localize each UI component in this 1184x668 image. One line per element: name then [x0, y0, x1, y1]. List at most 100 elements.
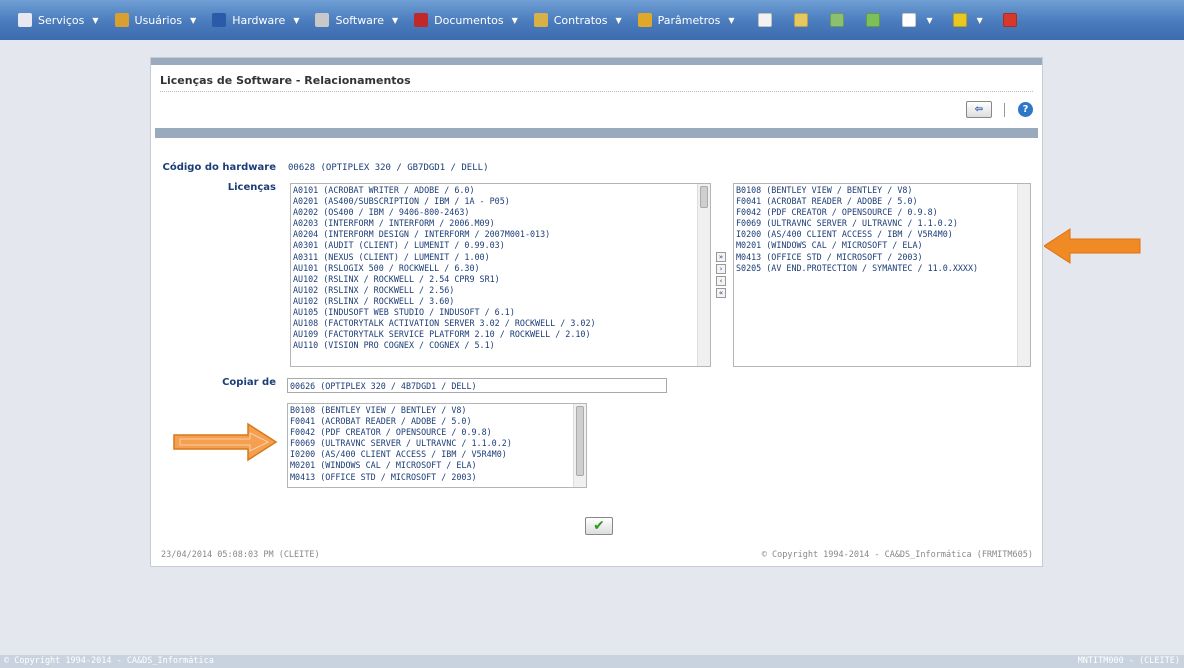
- screen-icon[interactable]: [758, 13, 773, 27]
- left-arrow-annotation-icon: [173, 422, 278, 462]
- copy-licenses-scrollbar[interactable]: [573, 404, 586, 487]
- list-item[interactable]: A0204 (INTERFORM DESIGN / INTERFORM / 20…: [293, 229, 692, 240]
- list-item[interactable]: AU105 (INDUSOFT WEB STUDIO / INDUSOFT / …: [293, 307, 692, 318]
- licenses-label: Licenças: [227, 182, 276, 193]
- contracts-icon: [533, 13, 548, 27]
- notepad-icon[interactable]: [794, 13, 809, 27]
- top-menu-bar: Serviços ▼ Usuários ▼ Hardware ▼ Software ▼ Docu…: [0, 0, 1184, 40]
- list-item[interactable]: A0101 (ACROBAT WRITER / ADOBE / 6.0): [293, 185, 692, 196]
- menu-label: Parâmetros: [657, 13, 721, 27]
- list-item[interactable]: M0413 (OFFICE STD / MICROSOFT / 2003): [736, 252, 1012, 263]
- page-title: Licenças de Software - Relacionamentos: [160, 74, 411, 87]
- menu-documentos[interactable]: Documentos ▼: [414, 13, 518, 27]
- list-item[interactable]: M0201 (WINDOWS CAL / MICROSOFT / ELA): [736, 240, 1012, 251]
- copy-licenses-list[interactable]: B0108 (BENTLEY VIEW / BENTLEY / V8) F0041…: [287, 403, 587, 488]
- list-item[interactable]: A0203 (INTERFORM / INTERFORM / 2006.M09): [293, 218, 692, 229]
- usb-icon[interactable]: [952, 13, 967, 27]
- list-item[interactable]: A0311 (NEXUS (CLIENT) / LUMENIT / 1.00): [293, 252, 692, 263]
- list-item[interactable]: AU109 (FACTORYTALK SERVICE PLATFORM 2.10…: [293, 329, 692, 340]
- hardware-code-label: Código do hardware: [162, 162, 276, 173]
- back-arrow-icon: ⇦: [974, 104, 984, 115]
- copy-from-label: Copiar de: [222, 377, 276, 388]
- available-licenses-scrollbar[interactable]: [697, 184, 710, 366]
- new-document-icon[interactable]: [866, 13, 881, 27]
- menu-servicos[interactable]: Serviços ▼: [18, 13, 99, 27]
- list-item[interactable]: A0201 (AS400/SUBSCRIPTION / IBM / 1A - P…: [293, 196, 692, 207]
- list-item[interactable]: I0200 (AS/400 CLIENT ACCESS / IBM / V5R4…: [290, 449, 568, 460]
- list-item[interactable]: F0069 (ULTRAVNC SERVER / ULTRAVNC / 1.1.…: [736, 218, 1012, 229]
- menu-label: Software: [335, 13, 384, 27]
- remove-all-button[interactable]: «: [716, 288, 726, 298]
- menu-hardware[interactable]: Hardware ▼: [212, 13, 299, 27]
- scrollbar-thumb[interactable]: [700, 186, 708, 208]
- users-icon: [114, 13, 129, 27]
- list-item[interactable]: AU102 (RSLINX / ROCKWELL / 2.54 CPR9 SR1…: [293, 274, 692, 285]
- menu-parametros[interactable]: Parâmetros ▼: [637, 13, 735, 27]
- list-item[interactable]: B0108 (BENTLEY VIEW / BENTLEY / V8): [736, 185, 1012, 196]
- list-item[interactable]: A0301 (AUDIT (CLIENT) / LUMENIT / 0.99.0…: [293, 240, 692, 251]
- globe-icon[interactable]: [830, 13, 845, 27]
- content-panel: Licenças de Software - Relacionamentos ⇦…: [150, 57, 1043, 567]
- panel-copyright: © Copyright 1994-2014 - CA&DS_Informátic…: [761, 550, 1033, 560]
- chevron-down-icon[interactable]: ▼: [977, 16, 983, 25]
- menu-label: Documentos: [434, 13, 504, 27]
- add-selected-button[interactable]: ›: [716, 264, 726, 274]
- list-item[interactable]: AU101 (RSLOGIX 500 / ROCKWELL / 6.30): [293, 263, 692, 274]
- list-item[interactable]: I0200 (AS/400 CLIENT ACCESS / IBM / V5R4…: [736, 229, 1012, 240]
- scrollbar-thumb[interactable]: [576, 406, 584, 476]
- help-icon[interactable]: ?: [1018, 102, 1033, 117]
- list-item[interactable]: B0108 (BENTLEY VIEW / BENTLEY / V8): [290, 405, 568, 416]
- toolbar-divider: [1004, 103, 1005, 117]
- footer-module-code: MNTITM000 - (CLEITE): [1077, 656, 1180, 666]
- list-item[interactable]: F0042 (PDF CREATOR / OPENSOURCE / 0.9.8): [736, 207, 1012, 218]
- list-item[interactable]: AU110 (VISION PRO COGNEX / COGNEX / 5.1): [293, 340, 692, 351]
- chevron-down-icon: ▼: [728, 15, 735, 25]
- available-licenses-list[interactable]: A0101 (ACROBAT WRITER / ADOBE / 6.0) A020…: [290, 183, 711, 367]
- copy-from-field[interactable]: 00626 (OPTIPLEX 320 / 4B7DGD1 / DELL): [287, 378, 667, 393]
- back-button[interactable]: ⇦: [966, 101, 992, 118]
- menu-contratos[interactable]: Contratos ▼: [533, 13, 622, 27]
- right-arrow-annotation-icon: [1044, 228, 1141, 264]
- parameters-icon: [637, 13, 652, 27]
- status-bar: © Copyright 1994-2014 - CA&DS_Informátic…: [0, 655, 1184, 668]
- list-item[interactable]: A0202 (OS400 / IBM / 9406-800-2463): [293, 207, 692, 218]
- hardware-code-value: 00628 (OPTIPLEX 320 / GB7DGD1 / DELL): [288, 163, 489, 173]
- add-all-button[interactable]: »: [716, 252, 726, 262]
- list-item[interactable]: M0201 (WINDOWS CAL / MICROSOFT / ELA): [290, 460, 568, 471]
- menu-label: Usuários: [134, 13, 183, 27]
- list-item[interactable]: S0205 (AV END.PROTECTION / SYMANTEC / 11…: [736, 263, 1012, 274]
- list-item[interactable]: F0041 (ACROBAT READER / ADOBE / 5.0): [736, 196, 1012, 207]
- search-icon[interactable]: [902, 13, 917, 27]
- timestamp: 23/04/2014 05:08:03 PM (CLEITE): [161, 550, 320, 560]
- list-item[interactable]: M0413 (OFFICE STD / MICROSOFT / 2003): [290, 472, 568, 483]
- confirm-button[interactable]: ✔: [585, 517, 613, 535]
- hardware-icon: [212, 13, 227, 27]
- assigned-licenses-list[interactable]: B0108 (BENTLEY VIEW / BENTLEY / V8) F0041…: [733, 183, 1031, 367]
- software-icon: [315, 13, 330, 27]
- list-item[interactable]: AU102 (RSLINX / ROCKWELL / 2.56): [293, 285, 692, 296]
- menu-usuarios[interactable]: Usuários ▼: [114, 13, 196, 27]
- chevron-down-icon: ▼: [92, 15, 99, 25]
- title-divider: [160, 91, 1033, 92]
- list-item[interactable]: F0069 (ULTRAVNC SERVER / ULTRAVNC / 1.1.…: [290, 438, 568, 449]
- assigned-licenses-scrollbar[interactable]: [1017, 184, 1030, 366]
- chevron-down-icon: ▼: [391, 15, 399, 25]
- section-band: [155, 128, 1038, 138]
- list-item[interactable]: AU102 (RSLINX / ROCKWELL / 3.60): [293, 296, 692, 307]
- panel-header-strip: [151, 58, 1042, 65]
- list-item[interactable]: F0041 (ACROBAT READER / ADOBE / 5.0): [290, 416, 568, 427]
- footer-copyright: © Copyright 1994-2014 - CA&DS_Informátic…: [4, 656, 214, 666]
- menu-label: Contratos: [553, 13, 608, 27]
- menu-software[interactable]: Software ▼: [315, 13, 398, 27]
- documents-icon: [414, 13, 429, 27]
- chevron-down-icon: ▼: [615, 15, 622, 25]
- menu-label: Serviços: [38, 13, 85, 27]
- list-item[interactable]: F0042 (PDF CREATOR / OPENSOURCE / 0.9.8): [290, 427, 568, 438]
- remove-selected-button[interactable]: ‹: [716, 276, 726, 286]
- list-item[interactable]: AU108 (FACTORYTALK ACTIVATION SERVER 3.0…: [293, 318, 692, 329]
- chevron-down-icon: ▼: [293, 15, 300, 25]
- menu-label: Hardware: [232, 13, 286, 27]
- services-icon: [18, 13, 32, 27]
- close-icon[interactable]: [1002, 13, 1017, 27]
- chevron-down-icon[interactable]: ▼: [926, 16, 932, 25]
